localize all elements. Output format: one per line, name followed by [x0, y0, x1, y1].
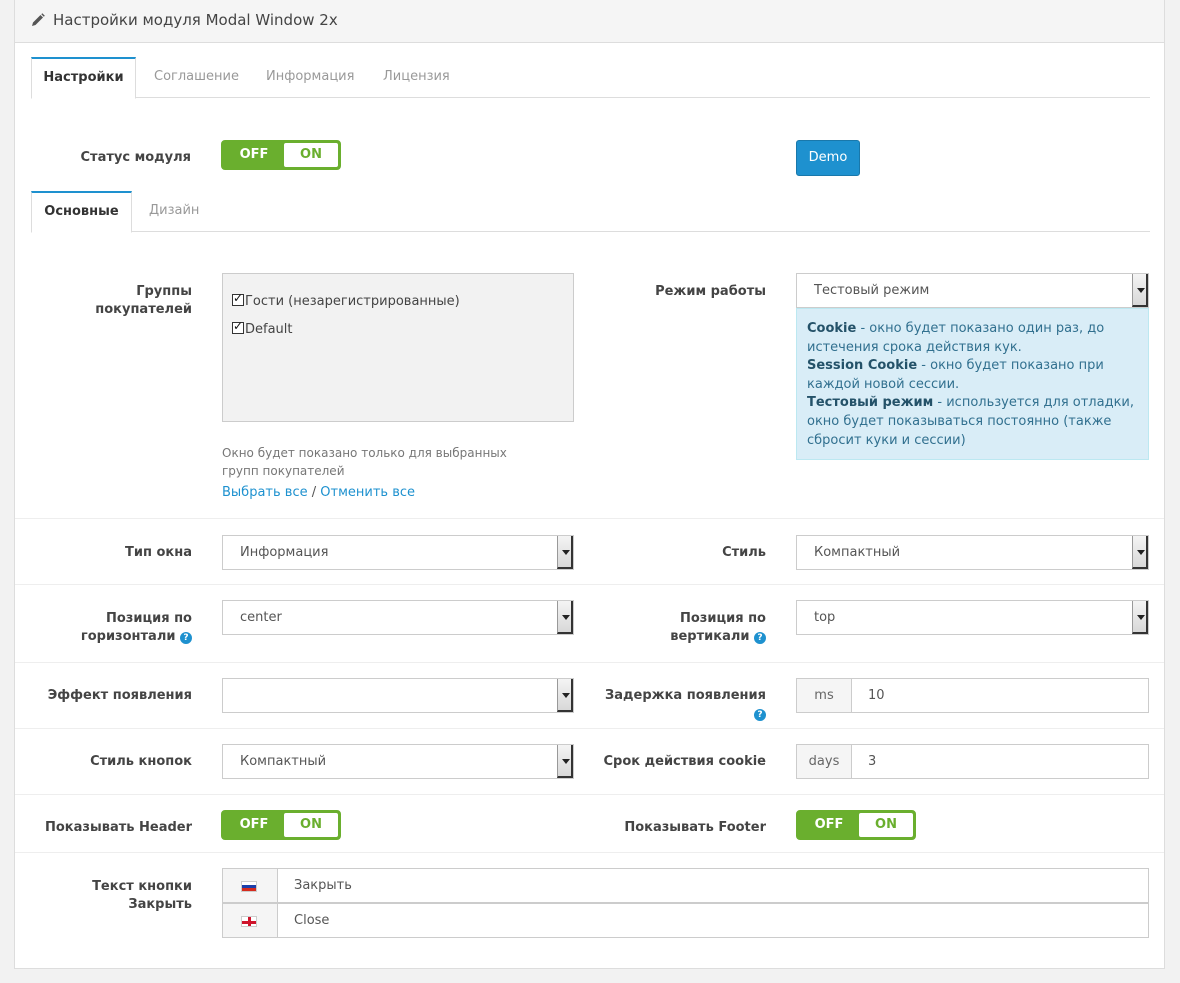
group-item-guests[interactable]: Гости (незарегистрированные)	[232, 291, 460, 309]
close-text-en-input[interactable]: Close	[294, 904, 329, 937]
window-type-label: Тип окна	[125, 545, 192, 560]
close-text-ru-group: Закрыть	[222, 868, 1149, 903]
button-style-value: Компактный	[240, 754, 327, 769]
cookie-expiry-label: Срок действия cookie	[603, 754, 767, 769]
delay-label: Задержка появления ?	[605, 688, 766, 721]
chevron-down-icon	[1132, 601, 1148, 634]
button-style-label: Стиль кнопок	[90, 754, 192, 769]
group-item-label: Default	[245, 322, 293, 337]
chevron-down-icon	[1132, 274, 1148, 307]
panel-header: Настройки модуля Modal Window 2x	[15, 0, 1164, 43]
help-icon[interactable]: ?	[754, 632, 766, 644]
main-tabs: Настройки Соглашение Информация Лицензия	[31, 57, 1150, 99]
toggle-on-label: ON	[284, 143, 338, 167]
groups-help-text: Окно будет показано только для выбранных…	[222, 446, 507, 478]
info-cookie: Cookie - окно будет показано один раз, д…	[807, 321, 1105, 355]
delay-unit: ms	[797, 679, 852, 712]
groups-label: Группы покупателей	[95, 284, 192, 317]
info-session-cookie: Session Cookie - окно будет показано при…	[807, 358, 1104, 392]
cookie-expiry-input[interactable]: 3	[868, 745, 876, 778]
style-label: Стиль	[722, 545, 766, 560]
window-type-select[interactable]: Информация	[222, 535, 574, 570]
chevron-down-icon	[557, 679, 573, 712]
panel-title: Настройки модуля Modal Window 2x	[53, 11, 338, 29]
effect-label: Эффект появления	[47, 688, 192, 703]
status-label: Статус модуля	[80, 150, 192, 165]
tab-info[interactable]: Информация	[266, 57, 354, 98]
chevron-down-icon	[557, 536, 573, 569]
toggle-off-label: OFF	[239, 817, 269, 832]
status-toggle[interactable]: OFF ON	[221, 140, 341, 170]
group-item-label: Гости (незарегистрированные)	[245, 294, 460, 309]
flag-ru-icon	[241, 881, 257, 892]
show-header-toggle[interactable]: OFF ON	[221, 810, 341, 840]
demo-button[interactable]: Demo	[796, 140, 860, 176]
select-all-link[interactable]: Выбрать все	[222, 485, 308, 500]
pos-v-value: top	[814, 610, 836, 625]
tab-design[interactable]: Дизайн	[149, 191, 199, 232]
info-test-mode: Тестовый режим - используется для отладк…	[807, 395, 1135, 448]
group-item-default[interactable]: Default	[232, 319, 293, 337]
mode-value: Тестовый режим	[814, 283, 930, 298]
cookie-expiry-input-group: days 3	[796, 744, 1149, 779]
chevron-down-icon	[1132, 536, 1148, 569]
groups-links: Выбрать все / Отменить все	[222, 485, 415, 500]
show-footer-label: Показывать Footer	[624, 820, 766, 835]
checkbox[interactable]	[232, 319, 244, 334]
flag-gb-icon	[241, 916, 257, 927]
tab-main[interactable]: Основные	[31, 191, 132, 233]
close-text-en-group: Close	[222, 903, 1149, 938]
cookie-expiry-unit: days	[797, 745, 852, 778]
pos-v-select[interactable]: top	[796, 600, 1149, 635]
divider	[15, 518, 1164, 519]
pos-v-label: Позиция по вертикали ?	[670, 611, 766, 644]
tab-settings[interactable]: Настройки	[31, 57, 136, 99]
window-type-value: Информация	[240, 545, 329, 560]
delay-input-group: ms 10	[796, 678, 1149, 713]
effect-select[interactable]	[222, 678, 574, 713]
divider	[15, 852, 1164, 853]
delay-input[interactable]: 10	[868, 679, 885, 712]
settings-panel: Настройки модуля Modal Window 2x Настрой…	[14, 0, 1165, 969]
tab-agreement[interactable]: Соглашение	[154, 57, 239, 98]
checkbox[interactable]	[232, 291, 244, 306]
pos-h-label: Позиция по горизонтали ?	[80, 611, 192, 644]
toggle-off-label: OFF	[239, 147, 269, 162]
toggle-on-label: ON	[859, 813, 913, 837]
sub-tabs: Основные Дизайн	[31, 191, 1150, 233]
style-value: Компактный	[814, 545, 901, 560]
mode-label: Режим работы	[655, 284, 766, 299]
pos-h-value: center	[240, 610, 282, 625]
show-footer-toggle[interactable]: OFF ON	[796, 810, 916, 840]
flag-ru-addon	[223, 869, 278, 902]
tab-license[interactable]: Лицензия	[383, 57, 450, 98]
help-icon[interactable]: ?	[754, 709, 766, 721]
divider	[15, 794, 1164, 795]
mode-info-box: Cookie - окно будет показано один раз, д…	[796, 308, 1149, 460]
style-select[interactable]: Компактный	[796, 535, 1149, 570]
links-separator: /	[311, 485, 317, 500]
pos-h-select[interactable]: center	[222, 600, 574, 635]
close-text-ru-input[interactable]: Закрыть	[294, 869, 352, 902]
divider	[15, 728, 1164, 729]
help-icon[interactable]: ?	[180, 632, 192, 644]
chevron-down-icon	[557, 745, 573, 778]
pencil-icon	[32, 13, 45, 26]
close-text-label: Текст кнопки Закрыть	[92, 879, 192, 912]
button-style-select[interactable]: Компактный	[222, 744, 574, 779]
chevron-down-icon	[557, 601, 573, 634]
toggle-off-label: OFF	[814, 817, 844, 832]
divider	[15, 584, 1164, 585]
deselect-all-link[interactable]: Отменить все	[320, 485, 415, 500]
toggle-on-label: ON	[284, 813, 338, 837]
divider	[15, 662, 1164, 663]
groups-list: Гости (незарегистрированные) Default	[222, 273, 574, 422]
mode-select[interactable]: Тестовый режим	[796, 273, 1149, 308]
show-header-label: Показывать Header	[45, 820, 192, 835]
flag-gb-addon	[223, 904, 278, 937]
